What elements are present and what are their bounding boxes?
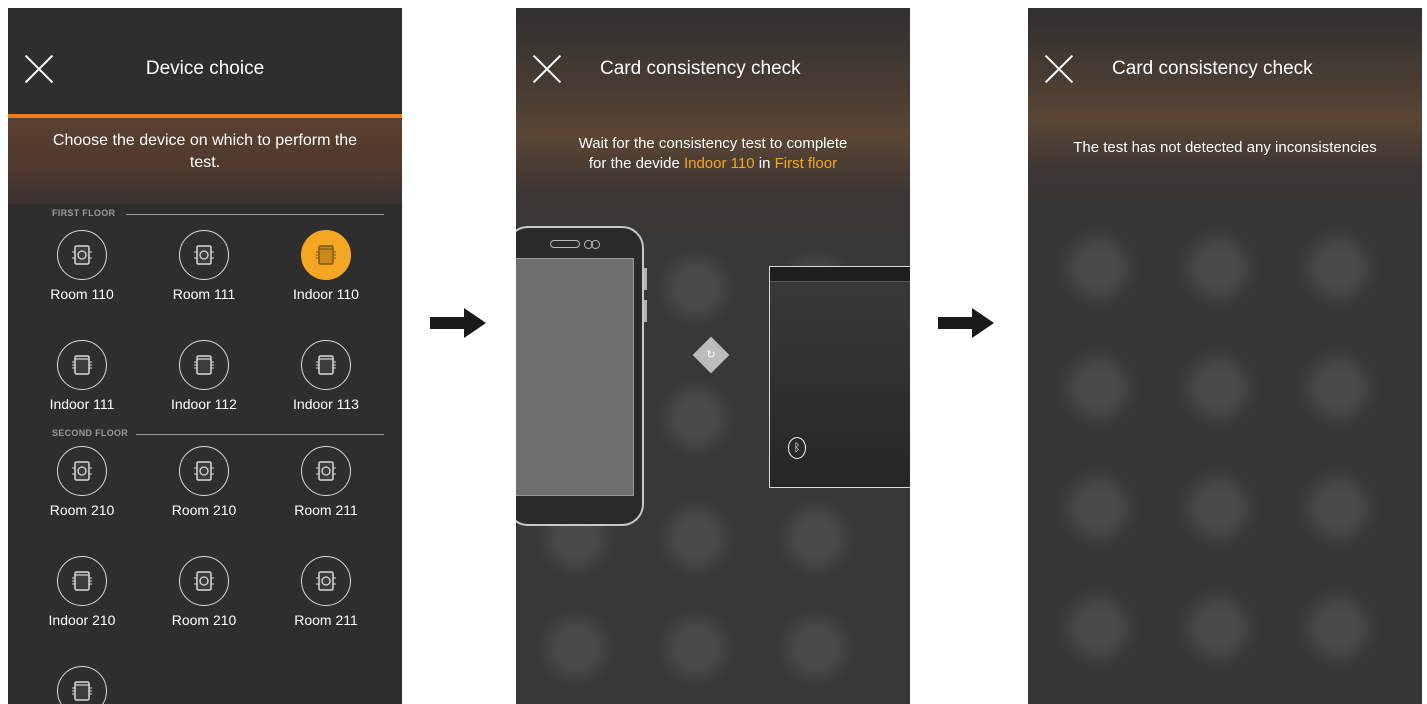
device-item[interactable] xyxy=(32,666,132,704)
screen-title: Device choice xyxy=(145,58,265,79)
device-item[interactable]: Room 110 xyxy=(32,230,132,302)
phone-camera xyxy=(591,240,600,249)
indoor-device-icon xyxy=(301,230,351,280)
device-choice-screen: Device choice Choose the device on which… xyxy=(8,8,402,704)
device-item[interactable]: Room 210 xyxy=(154,446,254,518)
room-device-icon xyxy=(57,446,107,496)
room-device-icon xyxy=(301,556,351,606)
wait-message-line2: for the devide Indoor 110 in First floor xyxy=(516,154,910,174)
phone-screen xyxy=(516,258,634,496)
device-item[interactable]: Room 211 xyxy=(276,556,376,628)
flow-arrow-icon xyxy=(938,308,994,338)
device-name: Room 211 xyxy=(294,502,358,518)
indoor-device-icon xyxy=(57,556,107,606)
section-label: FIRST FLOOR xyxy=(52,208,116,218)
instruction-text: Choose the device on which to perform th… xyxy=(8,118,402,204)
phone-speaker xyxy=(550,240,580,248)
device-name: Indoor 111 xyxy=(49,396,115,412)
flow-arrow-icon xyxy=(430,308,486,338)
msg-prefix: for the devide xyxy=(588,155,684,172)
device-name: Indoor 112 xyxy=(171,396,237,412)
room-device-icon xyxy=(301,446,351,496)
device-name: Room 211 xyxy=(294,612,358,628)
device-name: Room 210 xyxy=(171,612,237,628)
section-header-first-floor: FIRST FLOOR xyxy=(8,208,402,222)
result-message: The test has not detected any inconsiste… xyxy=(1073,139,1377,156)
device-name: Indoor 113 xyxy=(293,396,359,412)
section-header-second-floor: SECOND FLOOR xyxy=(8,428,402,442)
close-icon[interactable] xyxy=(532,54,562,84)
device-item[interactable]: Indoor 112 xyxy=(154,340,254,412)
header-glow xyxy=(516,8,910,238)
device-item[interactable]: Room 211 xyxy=(276,446,376,518)
device-item[interactable]: Room 210 xyxy=(154,556,254,628)
phone-button xyxy=(644,268,647,290)
section-label: SECOND FLOOR xyxy=(52,428,129,438)
device-name: Room 210 xyxy=(171,502,237,518)
consistency-result-screen: Card consistency check The test has not … xyxy=(1028,8,1422,704)
room-device-icon xyxy=(57,230,107,280)
instruction-label: Choose the device on which to perform th… xyxy=(52,132,358,171)
device-top-edge xyxy=(770,267,910,282)
device-name: Indoor 110 xyxy=(293,286,359,302)
indoor-device-icon xyxy=(179,340,229,390)
device-name-highlight: Indoor 110 xyxy=(683,155,755,172)
wait-message: Wait for the consistency test to complet… xyxy=(516,134,910,174)
device-name: Room 111 xyxy=(172,286,236,302)
screen-title: Card consistency check xyxy=(600,58,801,79)
indoor-device-icon xyxy=(301,340,351,390)
device-name: Indoor 210 xyxy=(48,612,116,628)
device-item[interactable]: Room 210 xyxy=(32,446,132,518)
close-icon[interactable] xyxy=(1044,54,1074,84)
room-device-icon xyxy=(179,446,229,496)
wait-message-line1: Wait for the consistency test to complet… xyxy=(578,135,848,152)
top-bar: Device choice xyxy=(8,8,402,116)
indoor-device-icon xyxy=(57,340,107,390)
floor-name-highlight: First floor xyxy=(774,155,838,172)
device-name: Room 210 xyxy=(49,502,115,518)
phone-button xyxy=(644,300,647,322)
indoor-device-icon xyxy=(57,666,107,704)
device-item[interactable]: Room 111 xyxy=(154,230,254,302)
device-name: Room 110 xyxy=(50,286,114,302)
room-device-icon xyxy=(179,230,229,280)
device-item[interactable]: Indoor 110 xyxy=(276,230,376,302)
device-item[interactable]: Indoor 111 xyxy=(32,340,132,412)
section-rule xyxy=(126,214,384,215)
section-rule xyxy=(136,434,384,435)
msg-mid: in xyxy=(754,155,775,172)
consistency-check-screen: Card consistency check Wait for the cons… xyxy=(516,8,910,704)
device-item[interactable]: Indoor 113 xyxy=(276,340,376,412)
indoor-device-illustration: ᛒ xyxy=(769,266,910,488)
screen-title: Card consistency check xyxy=(1112,58,1313,79)
header-glow xyxy=(1028,8,1422,208)
device-item[interactable]: Indoor 210 xyxy=(32,556,132,628)
smartphone-illustration xyxy=(516,226,647,526)
room-device-icon xyxy=(179,556,229,606)
bluetooth-icon: ᛒ xyxy=(788,437,806,459)
